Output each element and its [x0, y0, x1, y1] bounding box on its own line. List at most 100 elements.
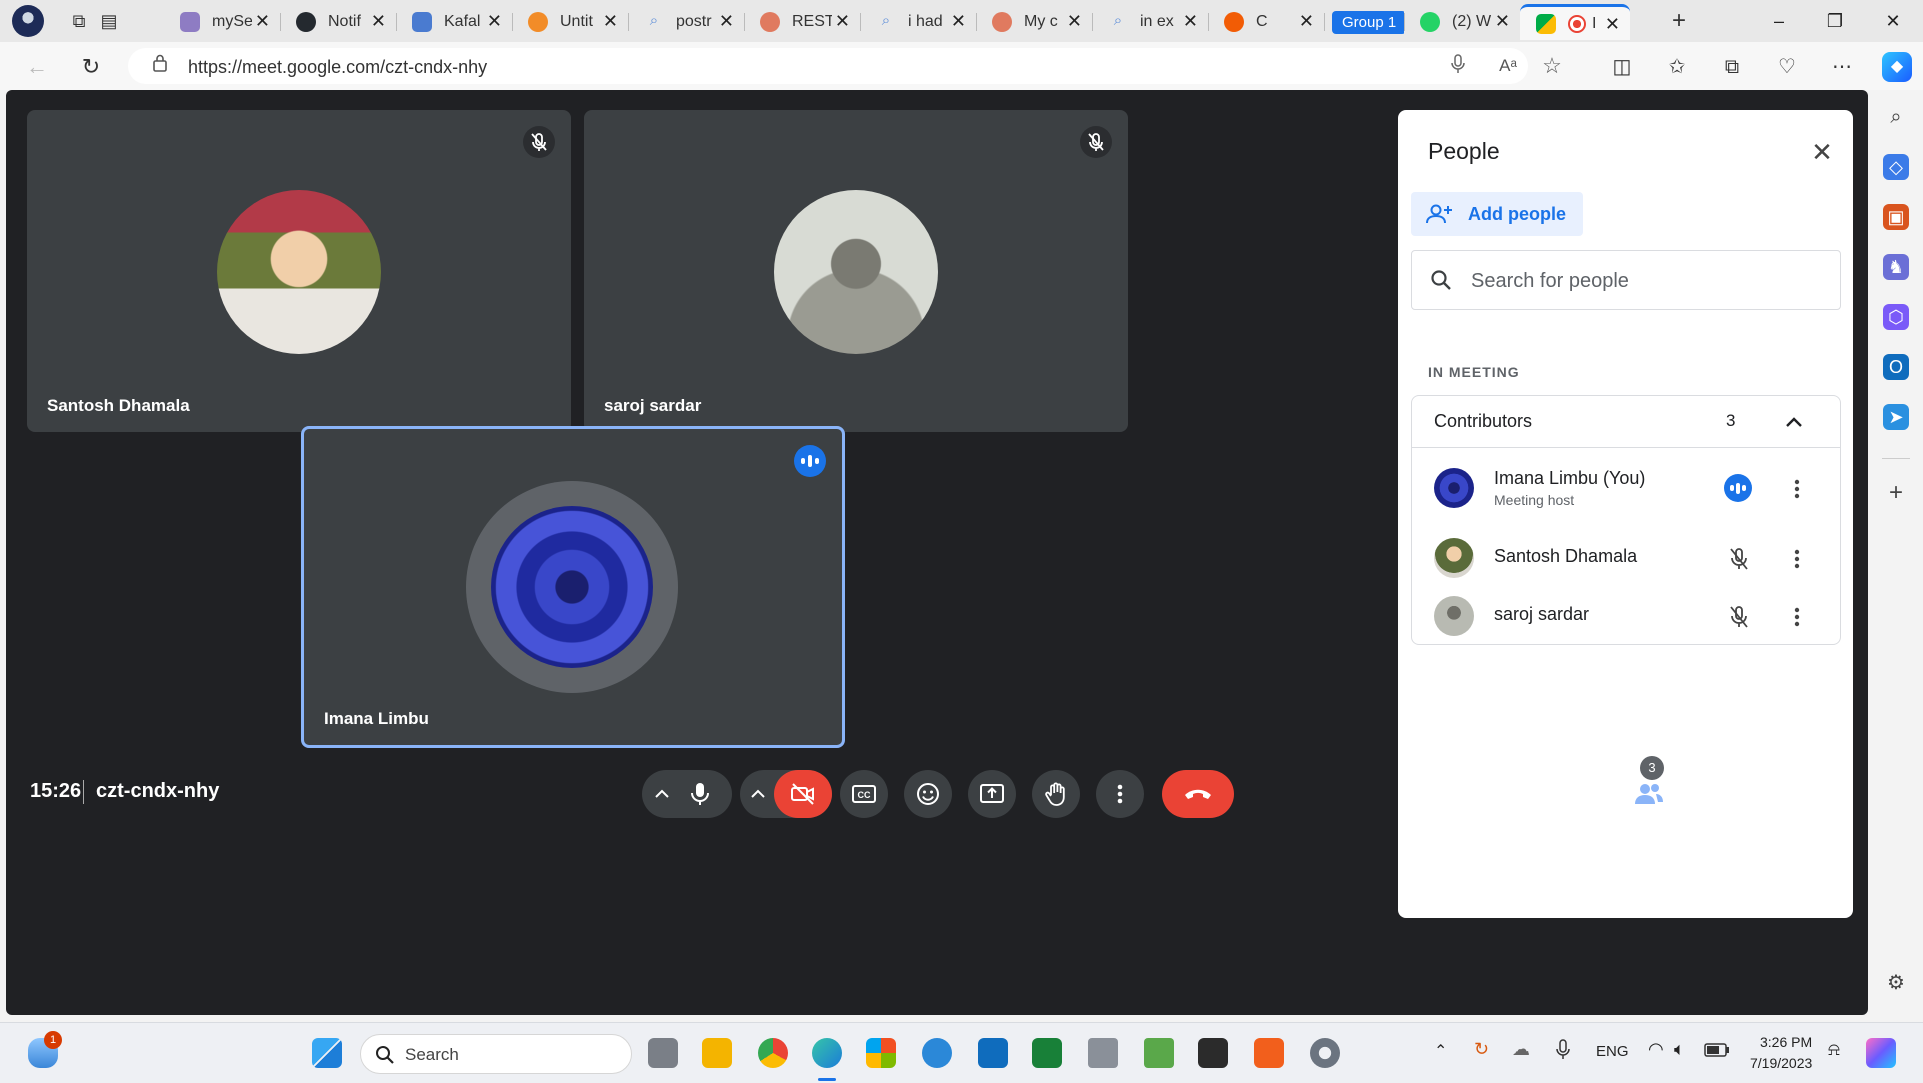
- microphone-icon[interactable]: [1446, 54, 1470, 78]
- tab-close-icon[interactable]: ✕: [1495, 11, 1510, 32]
- database-icon[interactable]: [1088, 1038, 1118, 1068]
- leave-call-button[interactable]: [1162, 770, 1234, 818]
- favorite-star-icon[interactable]: ☆: [1540, 54, 1564, 78]
- more-menu-icon[interactable]: ⋯: [1827, 52, 1857, 82]
- chat-button[interactable]: [1686, 772, 1730, 816]
- restore-icon[interactable]: ❐: [1812, 6, 1858, 36]
- favorites-icon[interactable]: ✩: [1662, 52, 1692, 82]
- participant-tile[interactable]: saroj sardar: [584, 110, 1128, 432]
- split-screen-icon[interactable]: ◫: [1607, 52, 1637, 82]
- tab-close-icon[interactable]: ✕: [371, 11, 386, 32]
- tab-close-icon[interactable]: ✕: [835, 11, 850, 32]
- people-search-input[interactable]: Search for people: [1411, 250, 1841, 310]
- performance-icon[interactable]: ♡: [1772, 52, 1802, 82]
- browser-tab[interactable]: REST ✕: [744, 4, 860, 40]
- language-indicator[interactable]: ENG: [1596, 1043, 1629, 1060]
- activities-button[interactable]: [1746, 772, 1790, 816]
- more-vert-icon[interactable]: [1782, 474, 1812, 504]
- list-item[interactable]: saroj sardar: [1412, 580, 1840, 650]
- clock-time[interactable]: 3:26 PM: [1760, 1034, 1812, 1050]
- participant-tile-speaking[interactable]: Imana Limbu: [301, 426, 845, 748]
- browser-tab[interactable]: Notif ✕: [280, 4, 396, 40]
- minimize-icon[interactable]: –: [1756, 6, 1802, 36]
- tab-close-icon[interactable]: ✕: [1605, 14, 1620, 35]
- google-meet-icon[interactable]: [1032, 1038, 1062, 1068]
- clock-date[interactable]: 7/19/2023: [1750, 1055, 1812, 1071]
- browser-tab[interactable]: Untit ✕: [512, 4, 628, 40]
- settings-gear-icon[interactable]: [1310, 1038, 1340, 1068]
- sidebar-search-icon[interactable]: ⌕: [1883, 104, 1909, 130]
- edge-icon[interactable]: [812, 1038, 842, 1068]
- microsoft-store-icon[interactable]: [866, 1038, 896, 1068]
- tab-actions-icon[interactable]: ▤: [96, 8, 122, 34]
- back-icon[interactable]: ←: [22, 52, 52, 82]
- xampp-icon[interactable]: [1254, 1038, 1284, 1068]
- file-explorer-icon[interactable]: [702, 1038, 732, 1068]
- battery-icon[interactable]: [1704, 1043, 1730, 1061]
- new-tab-icon[interactable]: +: [1666, 8, 1692, 34]
- captions-button[interactable]: CC: [840, 770, 888, 818]
- send-icon[interactable]: ➤: [1883, 404, 1909, 430]
- games-icon[interactable]: ♞: [1883, 254, 1909, 280]
- browser-tab[interactable]: C ✕: [1208, 4, 1324, 40]
- list-item[interactable]: Imana Limbu (You) Meeting host: [1412, 452, 1840, 522]
- terminal-icon[interactable]: [1198, 1038, 1228, 1068]
- microphone-control[interactable]: [642, 770, 732, 818]
- more-vert-icon[interactable]: [1782, 544, 1812, 574]
- browser-tab[interactable]: (2) W ✕: [1404, 4, 1520, 40]
- tab-close-icon[interactable]: ✕: [951, 11, 966, 32]
- browser-tab[interactable]: ⌕ i had ✕: [860, 4, 976, 40]
- copilot-icon[interactable]: ◆: [1882, 52, 1912, 82]
- more-vert-icon[interactable]: [1782, 602, 1812, 632]
- host-controls-button[interactable]: [1806, 772, 1850, 816]
- chevron-up-icon[interactable]: [748, 784, 768, 804]
- chrome-icon[interactable]: [758, 1038, 788, 1068]
- task-view-icon[interactable]: [648, 1038, 678, 1068]
- windows-start-icon[interactable]: [312, 1038, 342, 1068]
- chevron-up-icon[interactable]: [1778, 406, 1810, 438]
- tab-close-icon[interactable]: ✕: [1299, 11, 1314, 32]
- microphone-tray-icon[interactable]: [1556, 1039, 1570, 1065]
- tab-close-icon[interactable]: ✕: [255, 11, 270, 32]
- browser-tab[interactable]: Kafal ✕: [396, 4, 512, 40]
- lock-icon[interactable]: [148, 54, 172, 78]
- sync-icon[interactable]: ↻: [1474, 1039, 1489, 1060]
- shopping-icon[interactable]: ◇: [1883, 154, 1909, 180]
- add-sidebar-app-icon[interactable]: +: [1883, 480, 1909, 506]
- sidebar-settings-icon[interactable]: ⚙: [1883, 970, 1909, 996]
- reactions-button[interactable]: [904, 770, 952, 818]
- browser-tab[interactable]: mySe ✕: [164, 4, 280, 40]
- database-green-icon[interactable]: [1144, 1038, 1174, 1068]
- tab-group-label[interactable]: Group 1: [1324, 4, 1404, 40]
- browser-tab-active[interactable]: I ✕: [1520, 4, 1630, 40]
- browser-tab[interactable]: ⌕ postr ✕: [628, 4, 744, 40]
- participant-tile[interactable]: Santosh Dhamala: [27, 110, 571, 432]
- tab-close-icon[interactable]: ✕: [719, 11, 734, 32]
- camera-control[interactable]: [740, 770, 832, 818]
- show-hidden-icons-icon[interactable]: ⌃: [1434, 1041, 1447, 1061]
- microphone-icon[interactable]: [686, 780, 714, 808]
- contributors-header[interactable]: Contributors 3: [1412, 396, 1840, 448]
- collections-icon[interactable]: ⧉: [1717, 52, 1747, 82]
- tab-close-icon[interactable]: ✕: [487, 11, 502, 32]
- browser-tab[interactable]: My c ✕: [976, 4, 1092, 40]
- notifications-bell-icon[interactable]: ⍾: [1828, 1039, 1840, 1060]
- more-options-button[interactable]: [1096, 770, 1144, 818]
- outlook-icon[interactable]: O: [1883, 354, 1909, 380]
- tab-close-icon[interactable]: ✕: [1067, 11, 1082, 32]
- outlook-new-icon[interactable]: [978, 1038, 1008, 1068]
- read-aloud-icon[interactable]: Aᵃ: [1496, 54, 1520, 78]
- taskbar-search[interactable]: Search: [360, 1034, 632, 1074]
- tab-close-icon[interactable]: ✕: [1183, 11, 1198, 32]
- microsoft-365-icon[interactable]: ⬡: [1883, 304, 1909, 330]
- camera-off-button[interactable]: [774, 770, 832, 818]
- chevron-up-icon[interactable]: [652, 784, 672, 804]
- refresh-icon[interactable]: ↻: [76, 52, 106, 82]
- profile-avatar[interactable]: [12, 5, 44, 37]
- wifi-icon[interactable]: ◠: [1648, 1039, 1664, 1060]
- close-window-icon[interactable]: ✕: [1870, 6, 1916, 36]
- tab-close-icon[interactable]: ✕: [603, 11, 618, 32]
- workspaces-icon[interactable]: ⧉: [66, 8, 92, 34]
- close-icon[interactable]: ✕: [1804, 134, 1840, 170]
- present-button[interactable]: [968, 770, 1016, 818]
